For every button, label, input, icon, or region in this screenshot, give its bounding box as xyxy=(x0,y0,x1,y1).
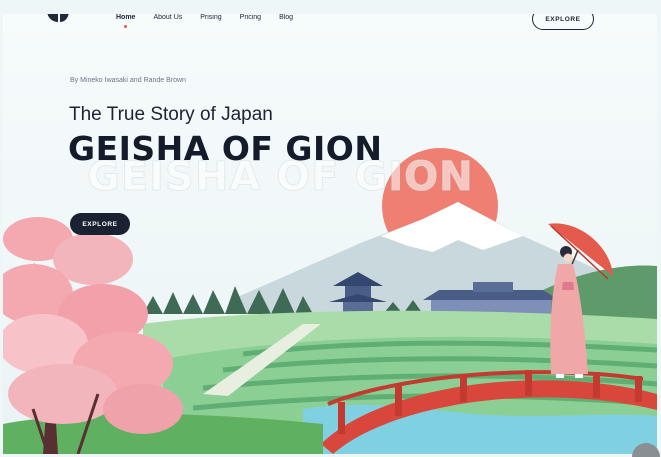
nav-item-label: About Us xyxy=(153,14,183,21)
author-byline: By Mineko Iwasaki and Rande Brown xyxy=(70,77,186,84)
main-nav: Home About Us Prising Pricing Blog xyxy=(116,14,311,28)
hero-explore-button[interactable]: EXPLORE xyxy=(70,213,130,235)
hero-page: Home About Us Prising Pricing Blog EXPLO… xyxy=(3,14,657,454)
nav-item-label: Pricing xyxy=(239,14,262,21)
nav-item-pricing[interactable]: Pricing xyxy=(240,14,261,21)
header-explore-button[interactable]: EXPLORE xyxy=(532,14,594,30)
nav-item-blog[interactable]: Blog xyxy=(279,14,293,21)
nav-item-label: Blog xyxy=(279,14,294,21)
nav-item-about-us[interactable]: About Us xyxy=(153,14,182,21)
nav-item-home[interactable]: Home xyxy=(116,14,136,28)
nav-item-label: Prising xyxy=(200,14,222,21)
long-house-upper xyxy=(473,282,513,292)
logo-icon[interactable] xyxy=(45,14,71,24)
nav-item-label: Home xyxy=(116,14,136,21)
nav-item-prising[interactable]: Prising xyxy=(200,14,221,21)
hero-subtitle: The True Story of Japan xyxy=(69,104,273,125)
hero-title: GEISHA OF GION xyxy=(68,129,383,168)
